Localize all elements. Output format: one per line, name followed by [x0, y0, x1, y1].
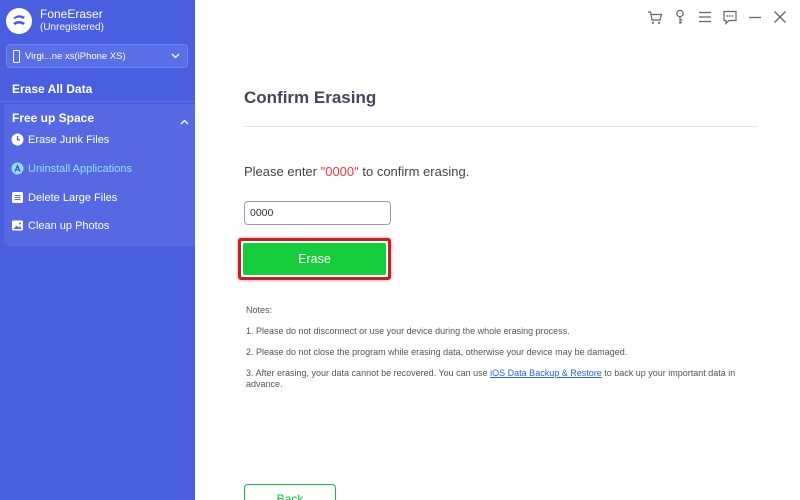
app-store-icon [11, 162, 24, 175]
registration-status: (Unregistered) [40, 22, 104, 33]
sidebar-item-label: Uninstall Applications [28, 162, 132, 175]
minimize-icon[interactable] [747, 8, 763, 26]
clock-icon [11, 133, 24, 146]
brand-name: FoneEraser [40, 7, 103, 21]
confirm-code-input[interactable] [244, 201, 391, 225]
sidebar: FoneEraser (Unregistered) Virgi...ne xs(… [0, 0, 195, 500]
prompt-text-before: Please enter [244, 164, 321, 179]
device-name: Virgi...ne xs(iPhone XS) [25, 50, 126, 62]
sidebar-item-free-up-space[interactable]: Free up Space [12, 111, 94, 125]
erase-button[interactable]: Erase [243, 243, 386, 275]
sidebar-item-label: Delete Large Files [28, 191, 118, 204]
sidebar-item-label: Erase Junk Files [28, 133, 110, 146]
chat-icon[interactable] [722, 8, 738, 26]
back-button[interactable]: Back [244, 484, 336, 500]
sidebar-item-erase-all-data[interactable]: Erase All Data [12, 82, 92, 96]
sidebar-item-clean-up-photos[interactable]: Clean up Photos [11, 219, 109, 232]
chevron-up-icon[interactable] [180, 112, 189, 130]
menu-icon[interactable] [697, 8, 713, 26]
cart-icon[interactable] [647, 8, 663, 26]
phone-icon [13, 49, 20, 63]
sidebar-item-uninstall-applications[interactable]: Uninstall Applications [11, 162, 132, 175]
sidebar-item-delete-large-files[interactable]: Delete Large Files [11, 191, 117, 204]
sidebar-group-free-up-space: Free up Space Erase Junk Files Uninstall… [4, 104, 195, 246]
window-toolbar [647, 8, 788, 26]
close-icon[interactable] [772, 8, 788, 26]
document-icon [11, 191, 24, 204]
title-divider [244, 126, 758, 127]
brand: FoneEraser (Unregistered) [6, 7, 104, 35]
note-2: 2. Please do not close the program while… [246, 347, 628, 357]
note-1: 1. Please do not disconnect or use your … [246, 326, 570, 336]
note-3-text: 3. After erasing, your data cannot be re… [246, 368, 491, 378]
key-icon[interactable] [672, 8, 688, 26]
confirm-prompt: Please enter "0000" to confirm erasing. [244, 164, 469, 179]
prompt-text-after: to confirm erasing. [358, 164, 470, 179]
sidebar-divider [0, 101, 195, 102]
sidebar-item-erase-junk-files[interactable]: Erase Junk Files [11, 133, 109, 146]
notes-heading: Notes: [246, 305, 273, 315]
chevron-down-icon [169, 50, 181, 62]
sidebar-item-label: Clean up Photos [28, 219, 110, 232]
notes-section: Notes: 1. Please do not disconnect or us… [246, 305, 746, 400]
image-icon [11, 219, 24, 232]
fone-eraser-logo-icon [6, 8, 32, 34]
note-3: 3. After erasing, your data cannot be re… [246, 368, 746, 390]
confirm-code: "0000" [320, 164, 359, 179]
ios-backup-restore-link[interactable]: iOS Data Backup & Restore [490, 368, 602, 378]
page-title: Confirm Erasing [244, 88, 377, 107]
device-selector[interactable]: Virgi...ne xs(iPhone XS) [6, 44, 188, 68]
